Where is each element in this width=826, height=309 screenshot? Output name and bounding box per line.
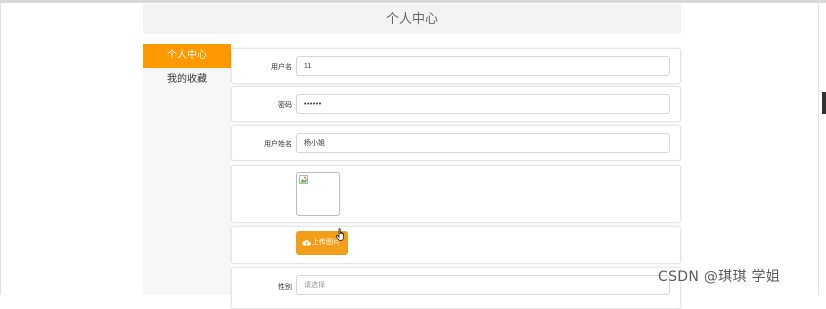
cloud-upload-icon [302, 239, 311, 246]
password-label: 密码 [278, 102, 292, 109]
password-row: 密码 •••••• [231, 86, 681, 122]
gender-row: 性别 请选择 [231, 267, 681, 309]
sidebar: 个人中心 我的收藏 [143, 44, 231, 295]
avatar-image-preview [296, 172, 340, 216]
right-divider [818, 3, 819, 295]
broken-image-icon [299, 175, 308, 184]
password-input[interactable]: •••••• [296, 94, 670, 114]
sidebar-item-profile[interactable]: 个人中心 [143, 44, 231, 68]
gender-select[interactable]: 请选择 [296, 275, 670, 295]
upload-row: 上传图片 [231, 226, 681, 264]
scrollbar-thumb[interactable] [822, 92, 826, 114]
realname-row: 用户姓名 杨小姐 [231, 125, 681, 161]
page-title: 个人中心 [143, 4, 681, 34]
watermark: CSDN @琪琪 学姐 [658, 269, 781, 285]
realname-label: 用户姓名 [264, 141, 292, 148]
username-input[interactable]: 11 [296, 56, 670, 76]
realname-input[interactable]: 杨小姐 [296, 133, 670, 153]
sidebar-item-favorites[interactable]: 我的收藏 [143, 68, 231, 92]
hand-cursor-icon [336, 228, 344, 241]
top-border [0, 0, 826, 3]
profile-form: 用户名 11 密码 •••••• 用户姓名 杨小姐 上传图片 性别 请选择 [231, 44, 681, 309]
image-row [231, 165, 681, 223]
username-label: 用户名 [271, 64, 292, 71]
gender-label: 性别 [278, 284, 292, 291]
username-row: 用户名 11 [231, 48, 681, 84]
left-divider [0, 3, 1, 295]
